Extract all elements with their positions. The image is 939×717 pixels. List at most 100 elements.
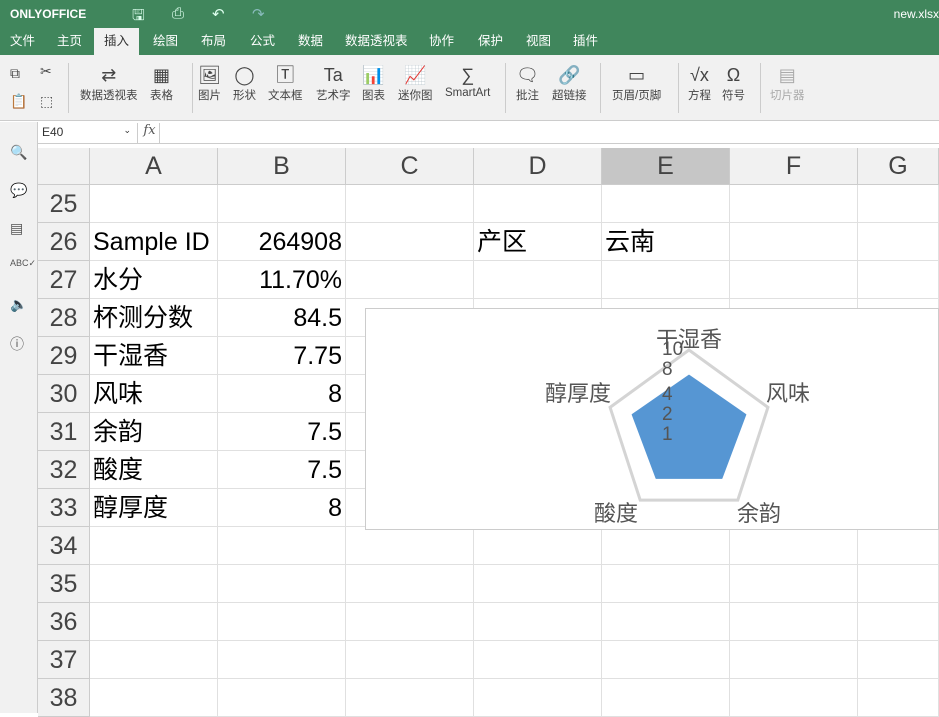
row-header[interactable]: 26 <box>38 223 90 261</box>
cell-F38[interactable] <box>730 679 858 717</box>
radar-chart[interactable]: 108421干湿香风味余韵酸度醇厚度 <box>365 308 939 530</box>
cell-B34[interactable] <box>218 527 346 565</box>
column-header-D[interactable]: D <box>474 148 602 185</box>
toolbar-smartart-button[interactable]: ∑SmartArt <box>445 63 490 99</box>
row-header[interactable]: 37 <box>38 641 90 679</box>
cell-F36[interactable] <box>730 603 858 641</box>
cell-B38[interactable] <box>218 679 346 717</box>
toolbar-header-footer-button[interactable]: ▭页眉/页脚 <box>612 63 661 103</box>
select-all-corner[interactable] <box>38 148 90 185</box>
cell-A26[interactable]: Sample ID <box>90 223 218 261</box>
cell-E35[interactable] <box>602 565 730 603</box>
cell-A34[interactable] <box>90 527 218 565</box>
cell-F34[interactable] <box>730 527 858 565</box>
cell-B26[interactable]: 264908 <box>218 223 346 261</box>
toolbar-comment-button[interactable]: 🗨批注 <box>516 63 539 103</box>
redo-icon[interactable]: ↷ <box>252 5 265 23</box>
toolbar-shape-button[interactable]: ◯形状 <box>233 63 256 103</box>
cell-C26[interactable] <box>346 223 474 261</box>
cell-C25[interactable] <box>346 185 474 223</box>
cell-A28[interactable]: 杯测分数 <box>90 299 218 337</box>
cell-F37[interactable] <box>730 641 858 679</box>
tab-11[interactable]: 插件 <box>563 28 608 55</box>
column-header-F[interactable]: F <box>730 148 858 185</box>
cell-A25[interactable] <box>90 185 218 223</box>
print-icon[interactable]: ⎙ <box>172 5 184 22</box>
cell-A27[interactable]: 水分 <box>90 261 218 299</box>
cell-F27[interactable] <box>730 261 858 299</box>
column-header-B[interactable]: B <box>218 148 346 185</box>
spellcheck-icon[interactable]: ABC✓ <box>10 258 36 269</box>
toolbar-textbox-button[interactable]: 🅃文本框 <box>268 63 303 103</box>
cell-B27[interactable]: 11.70% <box>218 261 346 299</box>
toolbar-omega-button[interactable]: Ω符号 <box>722 63 745 103</box>
row-header[interactable]: 32 <box>38 451 90 489</box>
row-header[interactable]: 35 <box>38 565 90 603</box>
cell-D26[interactable]: 产区 <box>474 223 602 261</box>
undo-icon[interactable]: ↶ <box>212 5 225 23</box>
cell-B33[interactable]: 8 <box>218 489 346 527</box>
cell-E37[interactable] <box>602 641 730 679</box>
cell-G25[interactable] <box>858 185 939 223</box>
cell-G37[interactable] <box>858 641 939 679</box>
chevron-down-icon[interactable]: ⌄ <box>123 125 131 136</box>
cell-E38[interactable] <box>602 679 730 717</box>
cell-E27[interactable] <box>602 261 730 299</box>
toolbar-equation-button[interactable]: √x方程 <box>688 63 711 103</box>
column-header-A[interactable]: A <box>90 148 218 185</box>
cell-B25[interactable] <box>218 185 346 223</box>
tab-10[interactable]: 视图 <box>516 28 561 55</box>
row-header[interactable]: 28 <box>38 299 90 337</box>
cut-icon[interactable]: ✂ <box>40 63 52 80</box>
cell-B29[interactable]: 7.75 <box>218 337 346 375</box>
toolbar-chart-button[interactable]: 📊图表 <box>362 63 385 103</box>
cell-C37[interactable] <box>346 641 474 679</box>
toolbar-slicer-button[interactable]: ▤切片器 <box>770 63 805 103</box>
tab-0[interactable]: 文件 <box>0 28 45 55</box>
cell-E25[interactable] <box>602 185 730 223</box>
cell-G35[interactable] <box>858 565 939 603</box>
cell-G38[interactable] <box>858 679 939 717</box>
select-all-icon[interactable]: ⬚ <box>40 93 53 110</box>
paste-icon[interactable]: 📋 <box>10 93 27 110</box>
feedback-icon[interactable]: 🔈 <box>10 296 27 313</box>
column-header-C[interactable]: C <box>346 148 474 185</box>
toolbar-pivot-table-button[interactable]: ⇄数据透视表 <box>80 63 138 103</box>
cell-D34[interactable] <box>474 527 602 565</box>
cell-A33[interactable]: 醇厚度 <box>90 489 218 527</box>
tab-7[interactable]: 数据透视表 <box>335 28 418 55</box>
cell-G34[interactable] <box>858 527 939 565</box>
cell-C36[interactable] <box>346 603 474 641</box>
column-header-E[interactable]: E <box>602 148 730 185</box>
tab-1[interactable]: 主页 <box>47 28 92 55</box>
cell-A37[interactable] <box>90 641 218 679</box>
cell-E34[interactable] <box>602 527 730 565</box>
cell-D36[interactable] <box>474 603 602 641</box>
cell-D35[interactable] <box>474 565 602 603</box>
toolbar-link-button[interactable]: 🔗超链接 <box>552 63 587 103</box>
row-header[interactable]: 30 <box>38 375 90 413</box>
search-icon[interactable]: 🔍 <box>10 144 27 161</box>
chat-icon[interactable]: ▤ <box>10 220 23 237</box>
info-icon[interactable]: ⓘ <box>10 334 24 354</box>
cell-C27[interactable] <box>346 261 474 299</box>
cell-B35[interactable] <box>218 565 346 603</box>
row-header[interactable]: 38 <box>38 679 90 717</box>
cell-A30[interactable]: 风味 <box>90 375 218 413</box>
cell-D27[interactable] <box>474 261 602 299</box>
cell-A29[interactable]: 干湿香 <box>90 337 218 375</box>
cell-G26[interactable] <box>858 223 939 261</box>
cell-E36[interactable] <box>602 603 730 641</box>
tab-5[interactable]: 公式 <box>240 28 285 55</box>
tab-3[interactable]: 绘图 <box>143 28 188 55</box>
cell-B30[interactable]: 8 <box>218 375 346 413</box>
cell-D38[interactable] <box>474 679 602 717</box>
cell-B28[interactable]: 84.5 <box>218 299 346 337</box>
tab-9[interactable]: 保护 <box>468 28 513 55</box>
toolbar-table-button[interactable]: ▦表格 <box>150 63 173 103</box>
tab-2[interactable]: 插入 <box>94 28 139 55</box>
cell-G27[interactable] <box>858 261 939 299</box>
toolbar-image-button[interactable]: 🖼图片 <box>198 63 221 103</box>
copy-icon[interactable]: ⧉ <box>10 65 20 82</box>
cell-F25[interactable] <box>730 185 858 223</box>
